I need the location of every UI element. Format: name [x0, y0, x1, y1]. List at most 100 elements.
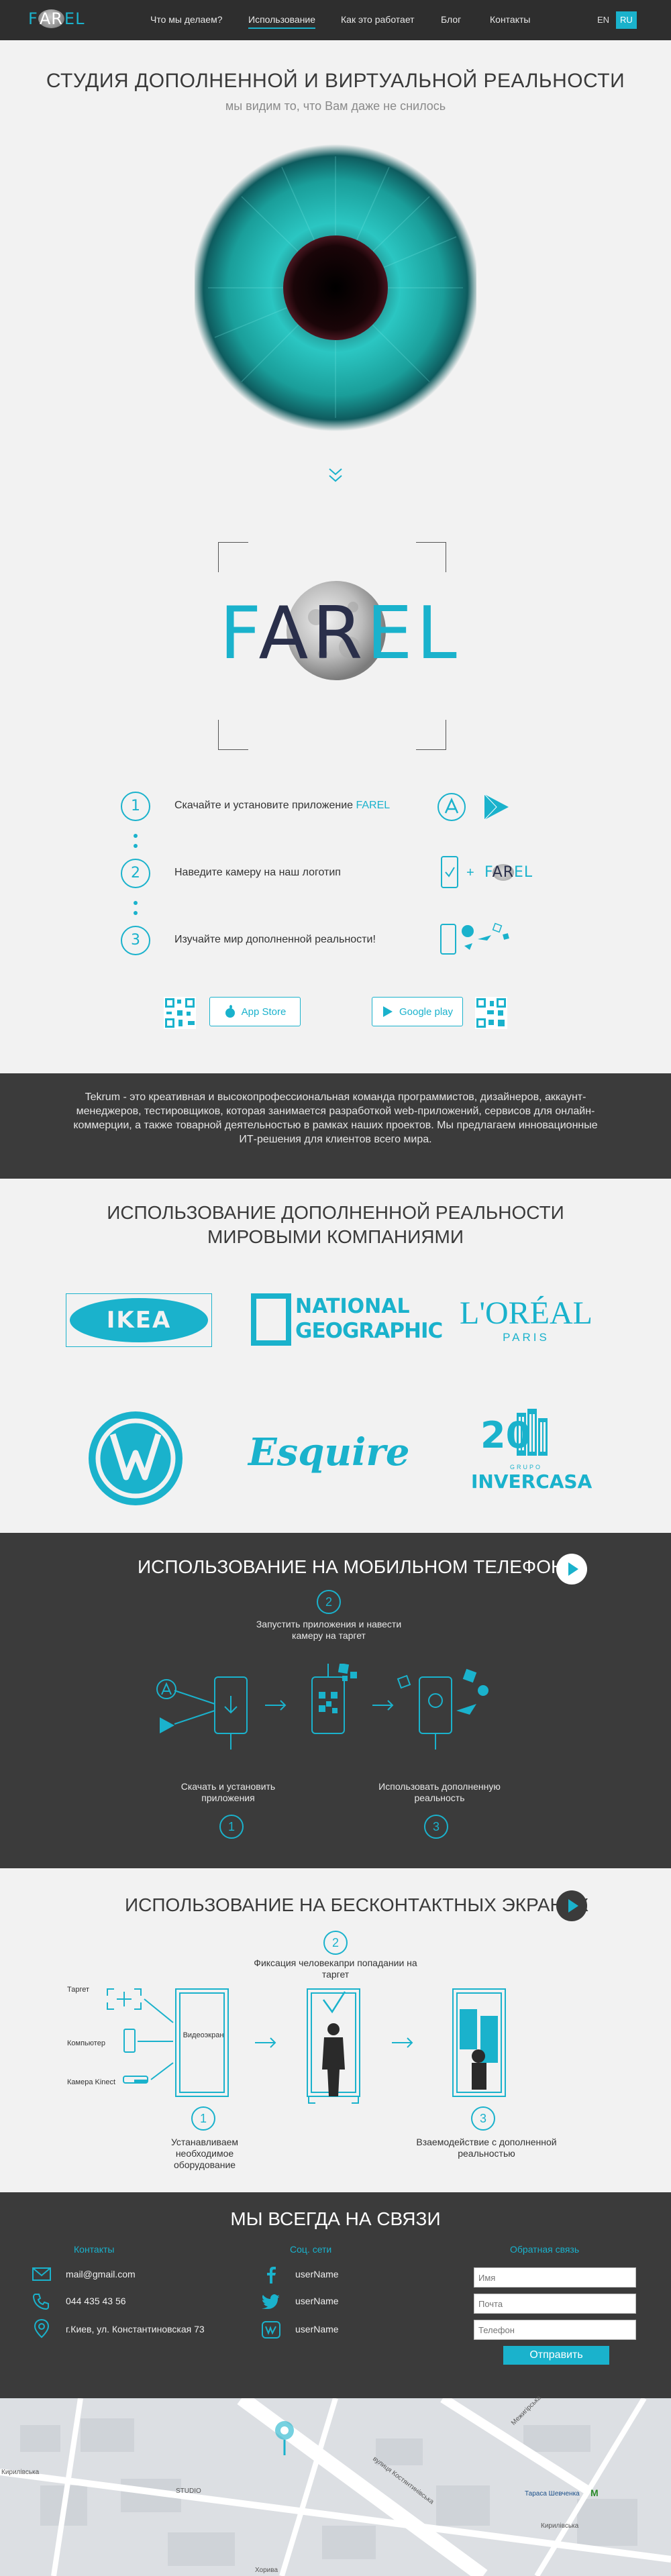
step-1-text: Скачайте и установите приложение FAREL — [174, 800, 390, 812]
mobile-title: ИСПОЛЬЗОВАНИЕ НА МОБИЛЬНОМ ТЕЛЕФОНЕ — [138, 1556, 577, 1577]
send-button[interactable]: Отправить — [503, 2346, 609, 2365]
contact-phone[interactable]: 044 435 43 56 — [66, 2296, 126, 2306]
ikea-logo: IKEA — [66, 1293, 212, 1347]
big-logo-ar: AR — [258, 592, 367, 676]
hero-subtitle: мы видим то, что Вам даже не снилось — [225, 99, 446, 113]
map-label-left: Кирилівська — [1, 2469, 40, 2476]
email-input[interactable] — [474, 2294, 636, 2314]
natgeo-line1: NATIONAL — [295, 1295, 410, 1318]
phone-input[interactable] — [474, 2320, 636, 2340]
invercasa-20: 20 — [480, 1414, 531, 1456]
step-number-3: 3 — [121, 926, 150, 955]
step-dot — [134, 911, 138, 915]
hero-eye-image — [195, 143, 476, 433]
screens-step-2-number: 2 — [323, 1931, 348, 1955]
step-1-label: Скачайте и установите приложение — [174, 800, 356, 811]
screens-step-3-text: Взаемодействие с дополненной реальностью — [416, 2137, 557, 2159]
big-logo-f: F — [219, 592, 259, 676]
vk-username[interactable]: userName — [295, 2324, 339, 2334]
mobile-flow-diagram — [148, 1664, 544, 1758]
google-play-label: Google play — [399, 1006, 454, 1018]
play-icon — [568, 1562, 578, 1576]
logo-letters: EL — [64, 9, 85, 28]
label-target: Таргет — [67, 1986, 90, 1994]
name-input[interactable] — [474, 2267, 636, 2288]
screens-flow-diagram — [94, 1982, 570, 2116]
step-3-text: Изучайте мир дополненной реальности! — [174, 934, 376, 945]
social-heading: Соц. сети — [290, 2244, 332, 2255]
nav-item-how-it-works[interactable]: Как это работает — [341, 14, 415, 25]
esquire-logo: Esquire — [248, 1430, 410, 1474]
site-logo[interactable]: FAREL — [28, 9, 85, 28]
google-play-triangle-icon — [482, 792, 511, 822]
lang-ru-button[interactable]: RU — [616, 11, 637, 29]
screens-step-1-number: 1 — [191, 2106, 215, 2131]
step-1-highlight: FAREL — [356, 800, 391, 811]
top-navbar — [0, 0, 671, 40]
screens-step-2-text: Фиксация человекапри попадании на таргет — [254, 1957, 417, 1980]
companies-title-line1: ИСПОЛЬЗОВАНИЕ ДОПОЛНЕННОЙ РЕАЛЬНОСТИ — [107, 1202, 564, 1223]
mobile-step-2-number: 2 — [317, 1590, 341, 1614]
screens-step-1-text: Устанавливаем необходимое оборудование — [170, 2137, 239, 2170]
phone-check-icon — [440, 855, 460, 889]
nav-item-usage[interactable]: Использование — [248, 14, 316, 29]
scroll-down-chevron-icon[interactable] — [327, 466, 344, 486]
hero-title: СТУДИЯ ДОПОЛНЕННОЙ И ВИРТУАЛЬНОЙ РЕАЛЬНО… — [46, 70, 625, 92]
small-logo-f: F — [484, 864, 493, 881]
facebook-username[interactable]: userName — [295, 2269, 339, 2279]
step-number-2: 2 — [121, 859, 150, 888]
step-dot — [134, 844, 138, 848]
feedback-heading: Обратная связь — [510, 2244, 580, 2255]
play-icon — [568, 1899, 578, 1913]
ikea-text: IKEA — [106, 1307, 172, 1334]
loreal-sub: PARIS — [503, 1331, 550, 1344]
mobile-step-3-text: Использовать дополненную реальность — [378, 1781, 501, 1803]
map-label-studio: STUDIO — [176, 2487, 201, 2495]
qr-code-appstore-icon — [164, 997, 196, 1029]
about-text: Tekrum - это креативная и высокопрофесси… — [73, 1091, 598, 1145]
small-logo-ar: AR — [492, 864, 514, 881]
mobile-step-2-text: Запустить приложения и навести камеру на… — [256, 1619, 402, 1641]
logo-ar-moon: AR — [38, 9, 64, 28]
twitter-icon[interactable] — [262, 2294, 280, 2309]
lang-en-button[interactable]: EN — [593, 11, 613, 29]
nav-item-blog[interactable]: Блог — [441, 14, 461, 25]
contact-title: МЫ ВСЕГДА НА СВЯЗИ — [230, 2208, 441, 2229]
nav-item-what-we-do[interactable]: Что мы делаем? — [150, 14, 222, 25]
mobile-step-3-number: 3 — [424, 1815, 448, 1839]
invercasa-text: INVERCASA — [471, 1470, 592, 1493]
twitter-username[interactable]: userName — [295, 2296, 339, 2306]
mobile-step-1-text: Скачать и установить приложения — [180, 1781, 276, 1803]
companies-title-line2: МИРОВЫМИ КОМПАНИЯМИ — [207, 1226, 464, 1247]
nav-item-contacts[interactable]: Контакты — [490, 14, 530, 25]
big-logo-text: FAREL — [206, 597, 474, 671]
location-pin-icon — [34, 2318, 50, 2339]
map-streets — [0, 2398, 671, 2576]
map-metro-label: Тараса Шевченка — [525, 2490, 580, 2498]
vw-logo — [87, 1410, 184, 1507]
natgeo-frame-icon — [251, 1293, 291, 1346]
mobile-play-button[interactable] — [556, 1554, 587, 1585]
step-dot — [134, 834, 138, 838]
vk-icon[interactable] — [262, 2321, 280, 2339]
loreal-logo: L'ORÉAL — [460, 1295, 592, 1331]
map[interactable] — [0, 2398, 671, 2576]
small-logo-text: FAREL — [484, 864, 533, 881]
screens-play-button[interactable] — [556, 1890, 587, 1921]
contacts-heading: Контакты — [74, 2244, 115, 2255]
contact-email[interactable]: mail@gmail.com — [66, 2269, 136, 2279]
screens-title: ИСПОЛЬЗОВАНИЕ НА БЕСКОНТАКТНЫХ ЭКРАНАХ — [125, 1894, 589, 1915]
app-store-button[interactable]: App Store — [209, 997, 301, 1026]
map-label-right: Кирилівська — [541, 2522, 579, 2530]
play-icon — [382, 1006, 393, 1017]
app-store-label: App Store — [241, 1006, 287, 1018]
natgeo-logo: NATIONAL GEOGRAPHIC — [295, 1295, 443, 1343]
phone-ar-objects-icon — [437, 919, 518, 959]
small-logo-el: EL — [513, 864, 533, 881]
google-play-button[interactable]: Google play — [372, 997, 463, 1026]
contact-address: г.Киев, ул. Константиновская 73 — [66, 2324, 205, 2334]
step-number-1: 1 — [121, 792, 150, 821]
apple-icon — [225, 1005, 235, 1018]
facebook-icon[interactable] — [263, 2266, 279, 2284]
qr-code-googleplay-icon — [475, 997, 507, 1029]
